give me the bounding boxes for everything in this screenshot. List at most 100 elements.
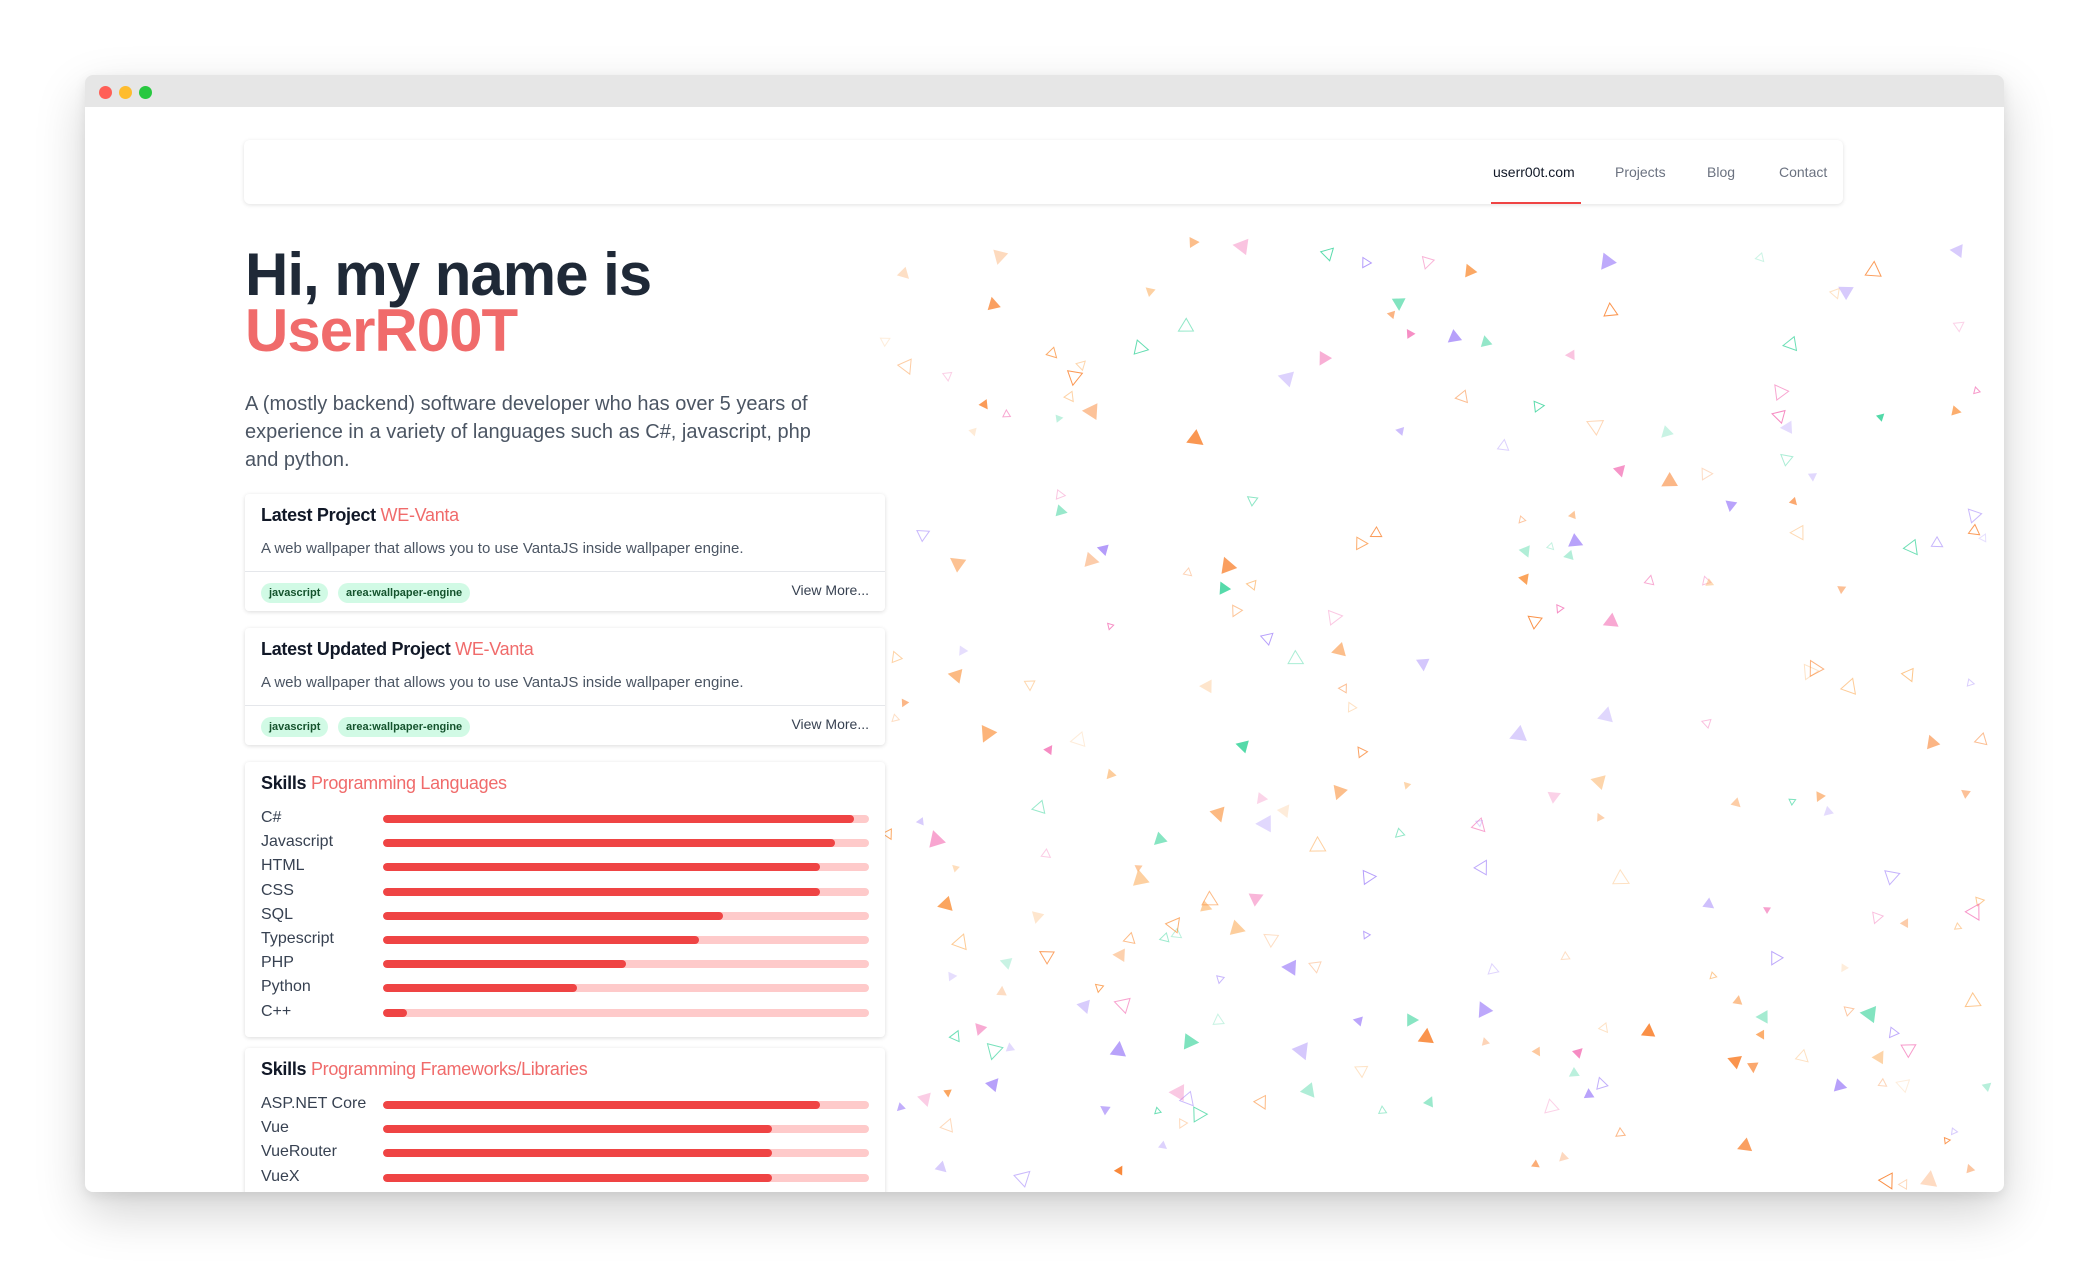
particle-shape [1788,798,1797,806]
particle-shape [975,1023,988,1036]
particle-shape [1973,732,1988,746]
maximize-window-button[interactable] [139,86,152,99]
nav-link-home[interactable]: userr00t.com [1493,140,1575,204]
particle-shape [1794,1048,1809,1063]
project-name[interactable]: WE-Vanta [455,639,534,659]
particle-shape [1100,1106,1111,1116]
nav-link-blog[interactable]: Blog [1707,140,1735,204]
particle-shape [1122,931,1136,944]
tag-badge[interactable]: area:wallpaper-engine [338,717,471,737]
particle-shape [1930,535,1944,548]
particle-shape [1403,781,1412,790]
particle-shape [1158,1140,1167,1149]
skill-row: ASP.NET Core [261,1092,869,1116]
particle-shape [1055,414,1064,423]
particle-shape [987,296,1001,311]
skill-name: ASP.NET Core [261,1095,367,1112]
skill-name: C++ [261,1002,292,1020]
particle-shape [929,830,946,848]
particle-shape [1953,922,1963,930]
particle-shape [1362,256,1373,269]
particle-shape [1406,328,1416,339]
card-title: Latest Project WE-Vanta [261,505,459,526]
particle-shape [1590,775,1606,791]
card-title: Skills Programming Languages [261,773,507,794]
tag-badge[interactable]: javascript [261,583,329,603]
particle-shape [1454,389,1468,404]
project-description: A web wallpaper that allows you to use V… [261,540,744,557]
skill-row: Javascript [261,830,869,854]
navbar: userr00t.com Projects Blog Contact [244,140,1843,204]
particle-shape [993,249,1009,265]
particle-shape [1527,615,1543,630]
skills-category: Programming Frameworks/Libraries [310,1059,588,1079]
particle-shape [1841,963,1849,973]
close-window-button[interactable] [99,86,112,99]
project-name[interactable]: WE-Vanta [381,505,460,525]
particle-shape [1043,745,1053,756]
particle-shape [1900,1044,1917,1059]
particle-shape [1081,403,1098,421]
skill-progress-fill [383,984,578,993]
project-description: A web wallpaper that allows you to use V… [261,674,744,691]
particle-shape [1179,1118,1189,1129]
nav-link-contact[interactable]: Contact [1779,140,1827,204]
tag-badge[interactable]: area:wallpaper-engine [338,583,471,603]
skill-progress-fill [383,1008,408,1017]
tag-badge[interactable]: javascript [261,717,329,737]
skill-progress-fill [383,887,821,896]
particle-shape [1133,339,1150,355]
particle-shape [1780,453,1794,467]
particle-shape [901,698,910,708]
particle-shape [916,529,931,543]
particle-shape [1586,420,1605,436]
card-footer: javascript area:wallpaper-engine View Mo… [245,705,885,746]
particle-shape [1975,896,1986,907]
active-nav-indicator [1491,202,1581,204]
skill-row: VueRouter [261,1140,869,1164]
particle-shape [1164,917,1181,934]
particle-shape [915,817,924,826]
particle-shape [1109,1040,1126,1057]
skill-progress-fill [383,1125,772,1134]
skill-progress-bar [383,1008,869,1017]
particle-shape [1737,1137,1753,1152]
skill-progress-bar [383,1173,869,1182]
card-footer: javascript area:wallpaper-engine View Mo… [245,571,885,612]
particle-shape [1281,959,1297,976]
skill-row: PHP [261,951,869,975]
particle-shape [1754,252,1765,263]
skill-name: SQL [261,905,294,923]
particle-shape [1291,1042,1308,1061]
particle-shape [1547,791,1561,804]
card-label: Skills [261,1059,307,1079]
particle-shape [1481,1037,1490,1046]
particle-shape [1809,659,1825,678]
particle-shape [981,724,998,743]
particle-shape [1235,740,1249,754]
particle-shape [1276,804,1290,818]
minimize-window-button[interactable] [119,86,132,99]
particle-shape [1583,1088,1595,1099]
particle-shape [1199,679,1212,694]
view-more-link[interactable]: View More... [791,582,869,598]
particle-shape [1096,544,1109,556]
skill-row: CSS [261,879,869,903]
particle-shape [1771,409,1786,425]
particle-shape [952,864,960,873]
particle-shape [917,1092,931,1107]
particle-shape [1966,1163,1976,1174]
skill-progress-fill [383,960,626,969]
nav-link-projects[interactable]: Projects [1615,140,1666,204]
particle-shape [1465,263,1478,278]
skill-row: Typescript [261,927,869,951]
particle-shape [1229,919,1246,935]
skill-row: HTML [261,854,869,878]
particle-shape [1063,390,1074,403]
skill-progress-bar [383,936,869,944]
view-more-link[interactable]: View More... [791,716,869,732]
skill-progress-bar [383,839,869,848]
particle-shape [1354,1065,1369,1079]
particle-shape [1779,420,1793,434]
particle-shape [1219,581,1232,595]
